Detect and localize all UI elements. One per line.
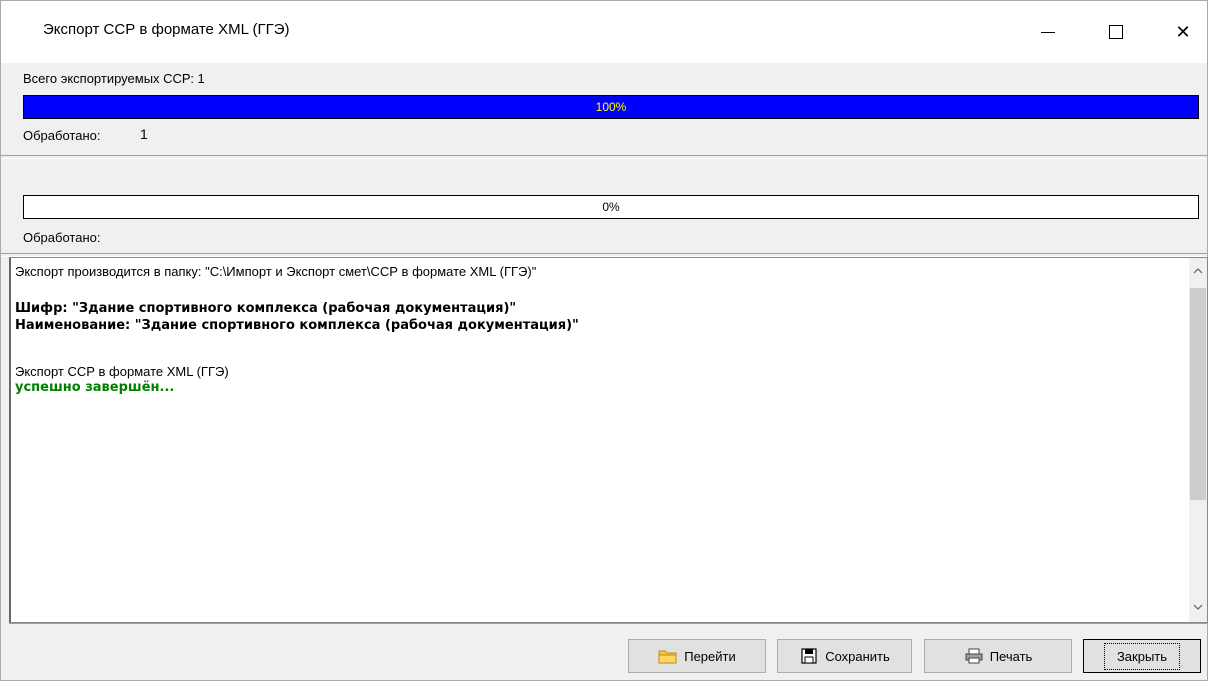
close-button-label: Закрыть bbox=[1103, 642, 1181, 670]
print-button-label: Печать bbox=[989, 648, 1033, 664]
floppy-disk-icon bbox=[799, 648, 819, 664]
log-success: успешно завершён... bbox=[15, 380, 175, 395]
processed-label-1: Обработано: bbox=[23, 128, 101, 143]
log-scrollbar[interactable] bbox=[1189, 258, 1207, 622]
scroll-down-icon[interactable] bbox=[1189, 598, 1207, 616]
minimize-icon bbox=[1041, 31, 1055, 33]
minimize-button[interactable] bbox=[1023, 15, 1073, 49]
close-button[interactable]: Закрыть bbox=[1083, 639, 1201, 673]
print-button[interactable]: Печать bbox=[924, 639, 1072, 673]
scroll-thumb[interactable] bbox=[1190, 288, 1206, 500]
goto-button[interactable]: Перейти bbox=[628, 639, 766, 673]
folder-icon bbox=[658, 648, 678, 664]
log-export-title: Экспорт ССР в формате XML (ГГЭ) bbox=[15, 364, 229, 379]
divider bbox=[1, 155, 1207, 159]
log-textarea[interactable]: Экспорт производится в папку: "C:\Импорт… bbox=[9, 257, 1208, 623]
close-icon: ✕ bbox=[1175, 21, 1191, 42]
close-window-button[interactable]: ✕ bbox=[1158, 15, 1208, 49]
processed-label-2: Обработано: bbox=[23, 230, 101, 245]
maximize-button[interactable] bbox=[1091, 15, 1141, 49]
scroll-up-icon[interactable] bbox=[1189, 262, 1207, 280]
goto-button-label: Перейти bbox=[684, 648, 736, 664]
maximize-icon bbox=[1109, 25, 1123, 39]
title-bar: Экспорт ССР в формате XML (ГГЭ) ✕ bbox=[1, 1, 1207, 63]
total-progress-bar: 100% bbox=[23, 95, 1199, 119]
save-button-label: Сохранить bbox=[825, 648, 890, 664]
save-button[interactable]: Сохранить bbox=[777, 639, 912, 673]
item-progress-bar: 0% bbox=[23, 195, 1199, 219]
window-title: Экспорт ССР в формате XML (ГГЭ) bbox=[43, 21, 290, 38]
log-export-folder: Экспорт производится в папку: "C:\Импорт… bbox=[15, 264, 537, 279]
printer-icon bbox=[964, 648, 984, 664]
item-progress-text: 0% bbox=[602, 200, 620, 214]
footer-divider bbox=[9, 623, 1208, 624]
total-progress-text: 100% bbox=[595, 100, 627, 114]
processed-value-1: 1 bbox=[140, 126, 148, 142]
export-dialog-window: Экспорт ССР в формате XML (ГГЭ) ✕ Всего … bbox=[0, 0, 1208, 681]
log-name: Наименование: "Здание спортивного компле… bbox=[15, 318, 579, 333]
total-export-label: Всего экспортируемых ССР: 1 bbox=[23, 71, 205, 86]
log-code: Шифр: "Здание спортивного комплекса (раб… bbox=[15, 301, 517, 316]
